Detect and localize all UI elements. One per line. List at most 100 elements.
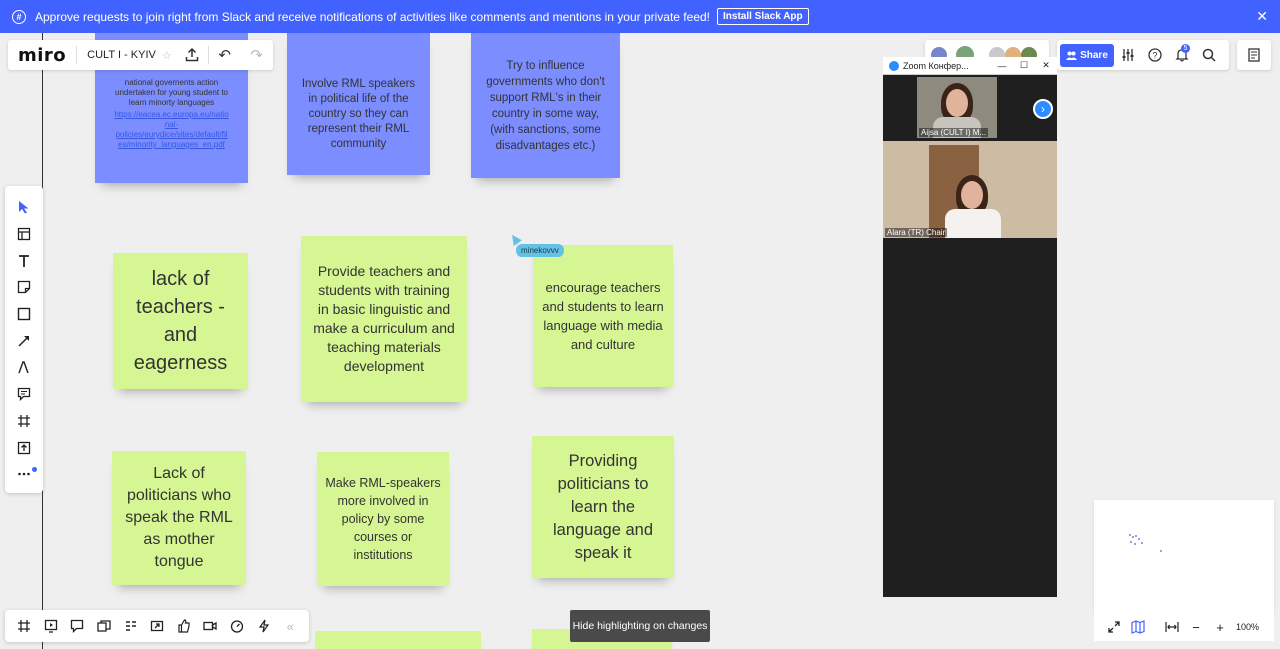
notes-icon[interactable] — [1237, 40, 1271, 70]
minimap-speck — [1134, 543, 1136, 545]
minimap-speck — [1129, 534, 1131, 536]
next-participant-icon[interactable]: › — [1033, 99, 1053, 119]
close-icon[interactable]: ✕ — [1256, 8, 1268, 25]
video-chat-icon[interactable] — [197, 610, 224, 642]
templates-icon[interactable] — [9, 221, 39, 248]
zoom-window-title: Zoom Конфер... — [903, 60, 969, 71]
sticky-note[interactable]: Provide teachers and students with train… — [301, 236, 467, 402]
board-name[interactable]: CULT I - KYIV — [77, 49, 162, 61]
minimize-icon[interactable]: — — [991, 61, 1013, 71]
comments-icon[interactable] — [64, 610, 91, 642]
miro-logo[interactable]: miro — [8, 45, 76, 66]
help-icon[interactable]: ? — [1141, 40, 1168, 70]
upload-icon[interactable] — [9, 434, 39, 461]
zoom-meeting-window: Zoom Конфер... — ☐ ✕ Aijsa (CULT I) M...… — [883, 57, 1057, 597]
frames-icon[interactable] — [11, 610, 38, 642]
notifications-icon[interactable]: 5 — [1168, 40, 1195, 70]
collapse-icon[interactable]: « — [277, 610, 304, 642]
slack-icon: # — [12, 9, 26, 24]
minimap-speck — [1160, 550, 1162, 552]
activity-icon[interactable] — [250, 610, 277, 642]
minimap-speck — [1132, 536, 1134, 538]
fullscreen-icon[interactable] — [1102, 613, 1126, 641]
new-indicator-dot — [32, 466, 37, 472]
undo-icon[interactable]: ↶ — [209, 40, 241, 70]
share-button[interactable]: Share — [1060, 43, 1114, 67]
frame-icon[interactable] — [9, 408, 39, 435]
zoom-in-icon[interactable]: + — [1208, 613, 1232, 641]
presentation-icon[interactable] — [38, 610, 65, 642]
participant-name: Aijsa (CULT I) M... — [919, 128, 989, 137]
sticky-text: Lack of politicians who speak the RML as… — [125, 465, 233, 570]
banner-message: Approve requests to join right from Slac… — [35, 9, 710, 24]
upload-icon[interactable] — [176, 40, 208, 70]
sticky-note[interactable]: Make RML-speakers more involved in polic… — [317, 452, 449, 586]
minimap-speck — [1141, 542, 1143, 544]
participant-face — [946, 89, 968, 117]
fit-to-screen-icon[interactable] — [1160, 613, 1184, 641]
install-slack-app-button[interactable]: Install Slack App — [717, 8, 809, 25]
hide-highlighting-tooltip[interactable]: Hide highlighting on changes — [570, 610, 710, 642]
connection-line-icon[interactable] — [9, 327, 39, 354]
zoom-logo-icon — [889, 60, 899, 71]
vote-icon[interactable] — [171, 610, 198, 642]
kanban-icon[interactable] — [117, 610, 144, 642]
screenshare-icon[interactable] — [144, 610, 171, 642]
board-header: miro CULT I - KYIV ☆ ↶ ↷ — [8, 40, 273, 70]
slack-banner: # Approve requests to join right from Sl… — [0, 0, 1280, 33]
close-icon[interactable]: ✕ — [1035, 60, 1057, 71]
participant-face — [961, 181, 983, 209]
zoom-out-icon[interactable]: − — [1184, 613, 1208, 641]
participant-name: Alara (TR) Chair — [885, 228, 948, 237]
search-icon[interactable] — [1195, 40, 1222, 70]
participant-video[interactable]: Alara (TR) Chair — [883, 141, 1057, 238]
zoom-titlebar: Zoom Конфер... — ☐ ✕ — [883, 57, 1057, 75]
share-label: Share — [1080, 49, 1108, 61]
sticky-text: Make RML-speakers more involved in polic… — [325, 476, 441, 562]
cards-icon[interactable] — [91, 610, 118, 642]
sticky-link[interactable]: https://eacea.ec.europa.eu/natio nal- po… — [114, 110, 228, 150]
collaborator-name-tag: minekovvv — [516, 244, 564, 257]
sticky-text: Provide teachers and students with train… — [313, 263, 455, 374]
zoom-level[interactable]: 100% — [1236, 622, 1259, 632]
settings-icon[interactable] — [1114, 40, 1141, 70]
sticky-text: Try to influence governments who don't s… — [486, 59, 605, 152]
sticky-text: national governents action undertaken fo… — [115, 78, 228, 107]
sticky-note-icon[interactable] — [9, 274, 39, 301]
minimap-speck — [1135, 535, 1137, 537]
redo-icon[interactable]: ↷ — [241, 40, 273, 70]
comment-icon[interactable] — [9, 381, 39, 408]
left-toolbar — [5, 186, 43, 493]
sticky-note[interactable]: Lack of politicians who speak the RML as… — [112, 451, 246, 585]
zoom-controls: − + 100% — [1094, 613, 1274, 641]
sticky-text: encourage teachers and students to learn… — [542, 280, 664, 352]
notifications-badge: 5 — [1181, 44, 1190, 53]
sticky-note[interactable]: Providing politicians to learn the langu… — [532, 436, 674, 578]
shape-icon[interactable] — [9, 301, 39, 328]
text-icon[interactable] — [9, 247, 39, 274]
sticky-text: Providing politicians to learn the langu… — [552, 451, 653, 562]
svg-text:?: ? — [1152, 51, 1157, 61]
select-pointer-icon[interactable] — [9, 194, 39, 221]
sticky-text: lack of teachers - and eagerness — [133, 268, 228, 374]
minimap[interactable] — [1094, 500, 1274, 613]
participant-body — [945, 209, 1001, 238]
sticky-note[interactable]: lack of teachers - and eagerness — [113, 253, 248, 389]
sticky-note[interactable] — [315, 631, 481, 649]
top-right-toolbar: Share ? 5 — [1057, 40, 1229, 70]
minimap-speck — [1130, 541, 1132, 543]
minimap-speck — [1138, 538, 1140, 540]
bottom-toolbar: « — [5, 610, 309, 642]
maximize-icon[interactable]: ☐ — [1013, 60, 1035, 71]
participant-video[interactable]: Aijsa (CULT I) M... — [917, 77, 997, 138]
sticky-text: Involve RML speakers in political life o… — [301, 77, 416, 150]
more-tools-icon[interactable] — [9, 461, 39, 488]
timer-icon[interactable] — [224, 610, 251, 642]
sticky-note[interactable]: encourage teachers and students to learn… — [533, 245, 673, 387]
star-icon[interactable]: ☆ — [162, 49, 176, 62]
map-icon[interactable] — [1126, 613, 1150, 641]
sticky-note[interactable]: Involve RML speakers in political life o… — [287, 33, 430, 175]
sticky-note[interactable]: Try to influence governments who don't s… — [471, 33, 620, 178]
board-canvas[interactable]: national governents action undertaken fo… — [0, 33, 1280, 649]
pen-icon[interactable] — [9, 354, 39, 381]
